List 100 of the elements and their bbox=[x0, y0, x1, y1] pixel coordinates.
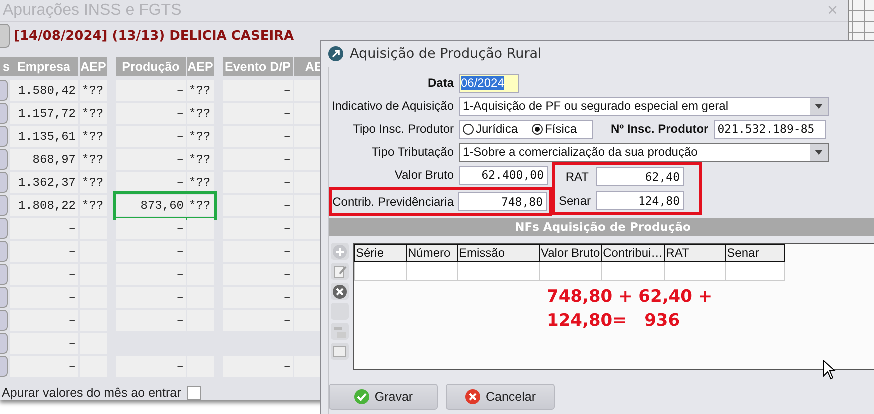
row-button[interactable] bbox=[0, 172, 8, 193]
table-cell: – bbox=[10, 356, 78, 377]
table-cell: – bbox=[116, 218, 186, 239]
row-button[interactable] bbox=[0, 287, 8, 308]
nav-button[interactable] bbox=[0, 24, 10, 48]
row-button[interactable] bbox=[0, 218, 8, 239]
table-cell: *?? bbox=[187, 195, 214, 216]
row-button[interactable] bbox=[0, 80, 8, 101]
table-cell: *?? bbox=[187, 149, 214, 170]
table-cell bbox=[187, 218, 214, 239]
table-cell: – bbox=[223, 310, 293, 331]
table-cell: *?? bbox=[80, 172, 107, 193]
caret-icon bbox=[815, 104, 823, 108]
row-button[interactable] bbox=[0, 195, 8, 216]
calculation-note: 748,80 + 62,40 + 124,80= 936 bbox=[547, 286, 714, 333]
table-cell: 868,97 bbox=[10, 149, 78, 170]
amount-field[interactable]: 748,80 bbox=[458, 192, 547, 211]
column-header: Senar bbox=[726, 244, 785, 262]
row-button[interactable] bbox=[0, 356, 8, 377]
table-cell: – bbox=[223, 264, 293, 285]
table-cell: 1.157,72 bbox=[10, 103, 78, 124]
table-cell: *?? bbox=[80, 103, 107, 124]
table-cell: *?? bbox=[80, 149, 107, 170]
row-button[interactable] bbox=[0, 149, 8, 170]
table-cell: – bbox=[223, 172, 293, 193]
radio-option[interactable]: Jurídica bbox=[463, 122, 518, 136]
row-button[interactable] bbox=[0, 310, 8, 331]
amount-field[interactable]: 124,80 bbox=[596, 191, 684, 210]
section-header: NFs Aquisição de Produção bbox=[329, 218, 874, 236]
field-label: Tipo Insc. Produtor bbox=[352, 122, 454, 136]
table-cell: – bbox=[223, 149, 293, 170]
table-cell: – bbox=[116, 80, 186, 101]
row-button[interactable] bbox=[0, 126, 8, 147]
column-header: AEP bbox=[187, 57, 214, 76]
table-cell: 1.362,37 bbox=[10, 172, 78, 193]
table-cell: *?? bbox=[80, 195, 107, 216]
row-button[interactable] bbox=[0, 241, 8, 262]
row-button[interactable] bbox=[0, 103, 8, 124]
field-label: Nº Insc. Produtor bbox=[611, 122, 709, 136]
row-button[interactable] bbox=[0, 264, 8, 285]
table-cell: – bbox=[10, 264, 78, 285]
field-label: Valor Bruto bbox=[394, 168, 454, 182]
table-cell bbox=[406, 262, 458, 280]
amount-field[interactable]: 62.400,00 bbox=[459, 166, 548, 184]
checkbox-label: Apurar valores do mês ao entrar bbox=[2, 386, 182, 400]
grid-icon[interactable] bbox=[332, 344, 348, 360]
column-header: Contribui… bbox=[602, 244, 665, 262]
caret-icon bbox=[815, 150, 823, 154]
table-cell: *?? bbox=[187, 80, 214, 101]
table-cell: – bbox=[10, 310, 78, 331]
acquisition-dropdown[interactable]: 1-Aquisição de PF ou segurado especial em geral bbox=[459, 96, 829, 116]
table-cell bbox=[664, 262, 726, 280]
field-label: Data bbox=[426, 76, 454, 90]
delete-icon[interactable] bbox=[332, 284, 348, 300]
table-cell: – bbox=[223, 218, 293, 239]
app-logo-icon bbox=[328, 46, 344, 62]
table-cell: 1.580,42 bbox=[10, 80, 78, 101]
column-header: AEP bbox=[80, 57, 107, 76]
table-cell: – bbox=[116, 356, 186, 377]
table-cell: *?? bbox=[187, 103, 214, 124]
field-label: Senar bbox=[559, 194, 589, 208]
table-cell: – bbox=[116, 126, 186, 147]
field-label: RAT bbox=[564, 170, 589, 184]
taxation-dropdown[interactable]: 1-Sobre a comercialização da sua produção bbox=[459, 142, 829, 162]
cancel-button[interactable]: Cancelar bbox=[446, 384, 555, 410]
table-cell: 873,60 bbox=[116, 195, 186, 216]
radio-option[interactable]: Física bbox=[532, 122, 578, 136]
table-cell: – bbox=[223, 287, 293, 308]
table-cell: – bbox=[10, 241, 78, 262]
table-cell: – bbox=[116, 310, 186, 331]
table-cell: – bbox=[223, 241, 293, 262]
save-button[interactable]: Gravar bbox=[329, 384, 438, 410]
column-header: Emissão bbox=[458, 244, 540, 262]
table-cell: – bbox=[116, 241, 186, 262]
record-title: [14/08/2024] (13/13) DELICIA CASEIRA bbox=[14, 28, 294, 44]
checkbox[interactable] bbox=[187, 386, 202, 400]
check-icon bbox=[354, 389, 370, 405]
field-label: Indicativo de Aquisição bbox=[330, 99, 454, 113]
amount-field[interactable]: 62,40 bbox=[596, 167, 684, 186]
table-cell: *?? bbox=[80, 126, 107, 147]
column-header: s bbox=[0, 57, 10, 76]
column-header: Empresa bbox=[10, 57, 78, 76]
table-cell: – bbox=[116, 172, 186, 193]
table-cell: – bbox=[116, 149, 186, 170]
table-cell: – bbox=[223, 126, 293, 147]
edit-icon[interactable] bbox=[332, 264, 348, 280]
table-cell: – bbox=[223, 356, 293, 377]
row-button[interactable] bbox=[0, 333, 8, 354]
date-field[interactable]: 06/2024 bbox=[459, 74, 519, 92]
table-cell: *?? bbox=[187, 126, 214, 147]
table-cell bbox=[540, 262, 602, 280]
table-cell: – bbox=[10, 333, 78, 354]
field-label: Tipo Tributação bbox=[370, 145, 454, 159]
add-icon[interactable] bbox=[332, 244, 348, 260]
table-cell: – bbox=[10, 287, 78, 308]
table-cell: *?? bbox=[80, 80, 107, 101]
field-label: Contrib. Previdênciaria bbox=[332, 194, 454, 208]
close-icon bbox=[464, 389, 481, 405]
registration-field[interactable]: 021.532.189-85 bbox=[714, 120, 826, 138]
table-cell: – bbox=[223, 103, 293, 124]
